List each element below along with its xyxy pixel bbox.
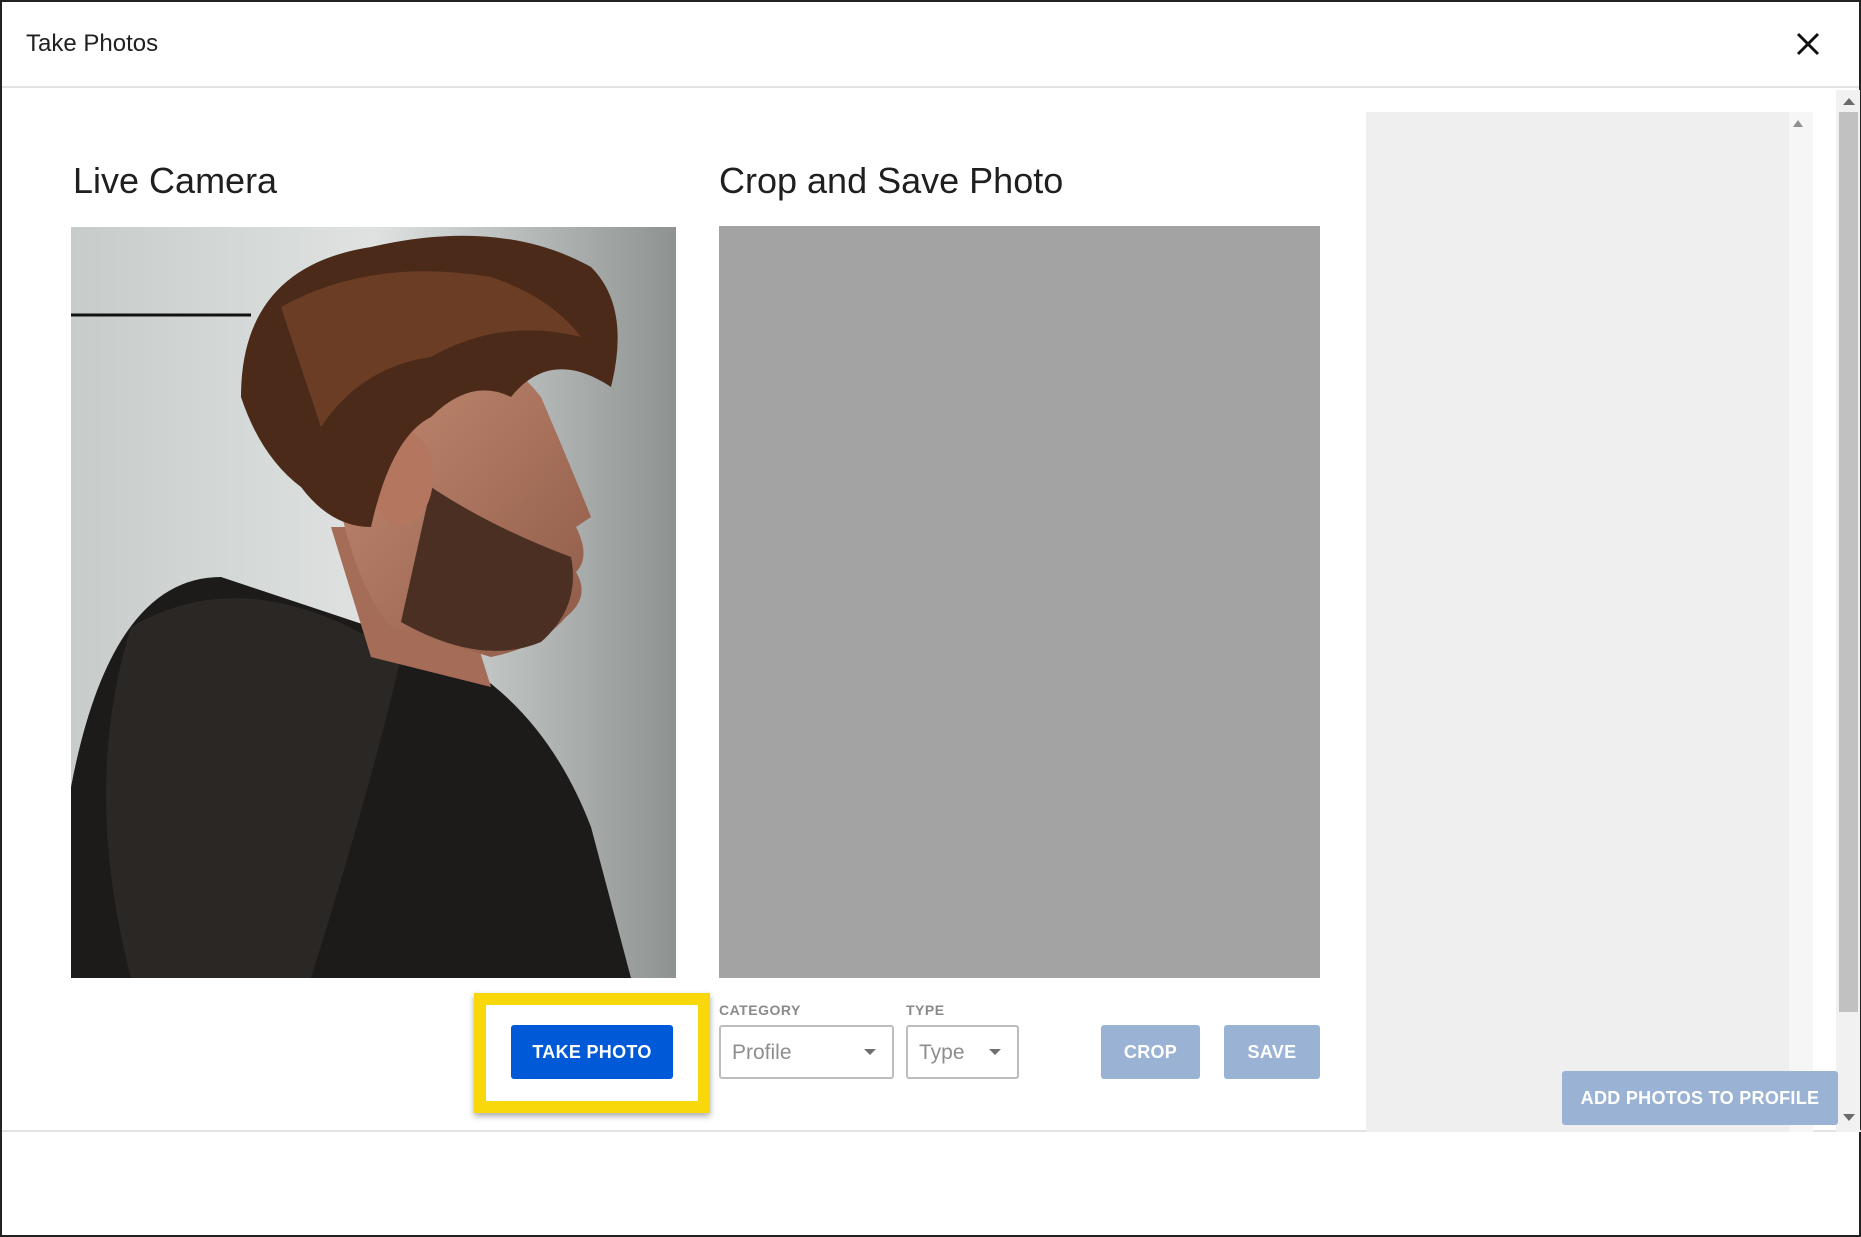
close-icon[interactable] bbox=[1792, 28, 1824, 60]
side-panel-scrollbar[interactable] bbox=[1789, 112, 1813, 1132]
photos-side-panel bbox=[1366, 112, 1811, 1132]
save-button[interactable]: SAVE bbox=[1224, 1025, 1320, 1079]
dialog-title: Take Photos bbox=[26, 30, 159, 57]
chevron-down-icon bbox=[989, 1049, 1001, 1055]
take-photos-dialog: Take Photos Live Camera Crop and Save Ph… bbox=[0, 0, 1861, 1237]
dialog-header: Take Photos bbox=[2, 2, 1859, 88]
category-value: Profile bbox=[732, 1041, 792, 1064]
type-select[interactable]: Type bbox=[906, 1025, 1019, 1079]
crop-canvas[interactable] bbox=[719, 226, 1320, 978]
scroll-up-icon[interactable] bbox=[1843, 98, 1855, 105]
crop-button[interactable]: CROP bbox=[1101, 1025, 1200, 1079]
scrollbar-thumb[interactable] bbox=[1839, 112, 1858, 1012]
category-select[interactable]: Profile bbox=[719, 1025, 894, 1079]
add-photos-to-profile-button[interactable]: ADD PHOTOS TO PROFILE bbox=[1562, 1071, 1838, 1125]
scroll-down-icon[interactable] bbox=[1843, 1114, 1855, 1121]
live-camera-heading: Live Camera bbox=[73, 160, 278, 201]
category-label: CATEGORY bbox=[719, 1002, 801, 1018]
scroll-up-icon[interactable] bbox=[1793, 120, 1803, 127]
camera-feed-image bbox=[71, 227, 676, 978]
crop-save-heading: Crop and Save Photo bbox=[719, 160, 1064, 201]
type-label: TYPE bbox=[906, 1002, 945, 1018]
chevron-down-icon bbox=[864, 1049, 876, 1055]
type-value: Type bbox=[919, 1041, 965, 1064]
dialog-body: Live Camera Crop and Save Photo TAKE PHO… bbox=[2, 90, 1861, 1132]
take-photo-button[interactable]: TAKE PHOTO bbox=[511, 1025, 673, 1079]
